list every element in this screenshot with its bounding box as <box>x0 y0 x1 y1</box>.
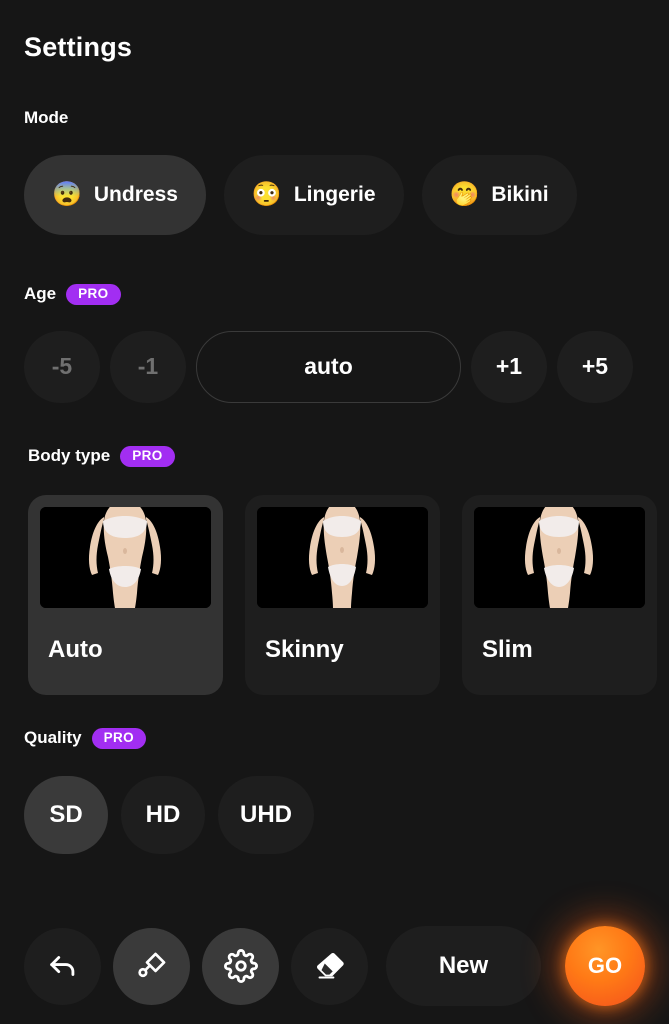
age-plus-1-button[interactable]: +1 <box>471 330 547 403</box>
age-plus-5-button[interactable]: +5 <box>557 330 633 403</box>
quality-option-hd[interactable]: HD <box>121 775 205 854</box>
quality-pro-badge: PRO <box>91 728 147 749</box>
body-type-card-slim[interactable]: Slim <box>462 494 657 695</box>
mode-option-undress[interactable]: 😨 Undress <box>24 155 206 235</box>
mode-option-undress-label: Undress <box>93 183 178 206</box>
body-type-thumbnail-auto <box>40 506 211 608</box>
page-title: Settings <box>24 32 133 62</box>
age-minus-1-button[interactable]: -1 <box>110 330 186 403</box>
age-section: Age PRO -5 -1 auto +1 +5 <box>24 284 633 403</box>
settings-button[interactable] <box>202 927 279 1005</box>
body-type-card-skinny[interactable]: Skinny <box>245 494 440 695</box>
body-type-pro-badge: PRO <box>120 446 175 467</box>
quality-section-label: Quality PRO <box>24 728 314 749</box>
age-label-text: Age <box>24 284 57 304</box>
quality-option-sd[interactable]: SD <box>24 775 108 854</box>
undo-arrow-icon <box>49 956 74 976</box>
mode-option-lingerie[interactable]: 😳 Lingerie <box>223 155 404 235</box>
quality-options-row: SD HD UHD <box>24 775 314 854</box>
undo-button[interactable] <box>24 927 101 1005</box>
age-minus-5-button[interactable]: -5 <box>24 330 100 403</box>
body-type-thumbnail-slim <box>474 506 645 608</box>
mode-option-bikini-label: Bikini <box>491 183 549 206</box>
hand-over-mouth-emoji: 🤭 <box>449 181 480 208</box>
new-button[interactable]: New <box>386 926 541 1006</box>
age-section-label: Age PRO <box>24 284 633 305</box>
bottom-toolbar: New GO <box>0 926 669 1006</box>
body-type-carousel[interactable]: Auto Skinny Slim <box>28 494 657 695</box>
body-type-label-slim: Slim <box>482 635 533 663</box>
body-type-thumbnail-skinny <box>257 506 428 608</box>
age-auto-value[interactable]: auto <box>196 330 461 403</box>
body-type-label-skinny: Skinny <box>265 635 344 663</box>
mode-options-row: 😨 Undress 😳 Lingerie 🤭 Bikini <box>24 155 577 235</box>
body-type-section-label: Body type PRO <box>28 446 657 467</box>
age-options-row: -5 -1 auto +1 +5 <box>24 330 633 403</box>
age-pro-badge: PRO <box>66 284 121 305</box>
quality-section: Quality PRO SD HD UHD <box>24 728 314 854</box>
body-type-label-text: Body type <box>28 446 111 466</box>
body-type-section: Body type PRO Auto Skinny Slim <box>28 446 657 695</box>
gear-icon <box>223 949 258 983</box>
go-button[interactable]: GO <box>565 926 645 1006</box>
eraser-icon <box>316 952 344 979</box>
paintbrush-icon <box>137 952 165 978</box>
body-type-label-auto: Auto <box>48 635 103 663</box>
quality-label-text: Quality <box>24 728 82 748</box>
brush-button[interactable] <box>113 927 190 1005</box>
body-type-card-auto[interactable]: Auto <box>28 494 223 695</box>
mode-option-lingerie-label: Lingerie <box>293 183 376 206</box>
mode-section: Mode 😨 Undress 😳 Lingerie 🤭 Bikini <box>24 108 577 235</box>
settings-screen: Settings Mode 😨 Undress 😳 Lingerie 🤭 Bik… <box>0 0 669 1024</box>
mode-label-text: Mode <box>24 108 69 127</box>
mode-section-label: Mode <box>24 108 577 128</box>
mode-option-bikini[interactable]: 🤭 Bikini <box>421 155 577 235</box>
quality-option-uhd[interactable]: UHD <box>218 775 314 854</box>
eraser-button[interactable] <box>291 927 368 1005</box>
flushed-face-emoji: 😳 <box>251 181 282 208</box>
fearful-face-emoji: 😨 <box>52 181 82 208</box>
